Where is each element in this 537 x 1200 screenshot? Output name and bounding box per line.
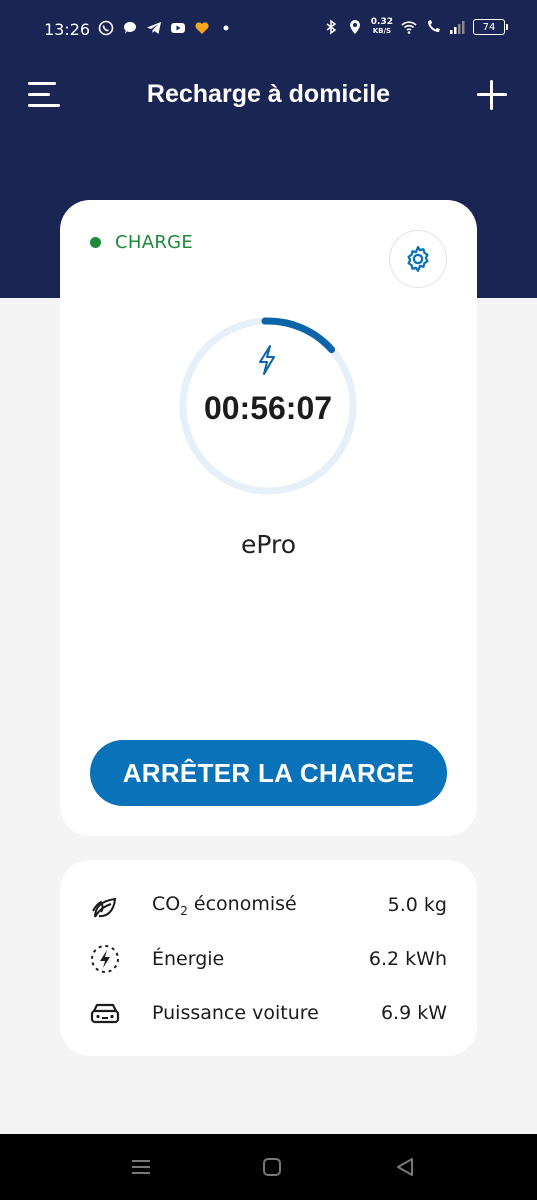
wifi-icon [401,21,417,34]
stat-label-energy: Énergie [152,948,225,970]
recents-icon[interactable] [128,1154,154,1180]
status-label: CHARGE [115,232,194,253]
notification-icons [98,20,234,36]
stats-card: CO2 économisé 5.0 kg Énergie 6.2 kWh Pui… [60,860,477,1056]
car-icon [88,996,122,1030]
stat-value-power: 6.9 kW [380,1002,447,1024]
add-button[interactable] [475,78,509,112]
co2-suffix: économisé [187,892,297,915]
dot-icon [223,25,229,31]
stat-row-energy: Énergie 6.2 kWh [88,942,447,976]
session-status: CHARGE [90,232,193,253]
home-icon[interactable] [259,1154,285,1180]
system-icons: 0.32 KB/S 74 [323,18,508,36]
lightning-icon [259,345,275,375]
charger-name: ePro [240,530,297,559]
wifi-call-icon [428,20,440,32]
stat-label-co2: CO2 économisé [152,893,388,918]
net-speed: 0.32 KB/S [371,18,393,36]
settings-button[interactable] [389,230,447,288]
back-icon[interactable] [392,1154,418,1180]
chat-icon [123,21,136,34]
stat-label-power: Puissance voiture [152,1002,319,1024]
system-nav-bar [0,1134,537,1200]
net-speed-unit: KB/S [372,27,392,35]
leaf-icon [88,888,122,922]
charge-timer-ring: 00:56:07 [178,316,358,496]
stat-row-power: Puissance voiture 6.9 kW [88,996,447,1030]
co2-subscript: 2 [180,903,188,918]
net-speed-value: 0.32 [370,17,393,27]
charging-session-card: CHARGE 00:56:07 ePro ARRÊTER LA CHARGE [60,200,477,836]
stat-value-co2: 5.0 kg [387,894,447,916]
bluetooth-icon [326,19,337,35]
energy-icon [88,942,122,976]
co2-prefix: CO [152,892,181,915]
battery-level: 74 [482,21,496,33]
status-bar: 13:26 0.32 KB/S 74 [0,0,537,60]
status-time: 13:26 [44,20,91,39]
status-dot [90,237,101,248]
whatsapp-icon [98,20,114,36]
stat-row-co2: CO2 économisé 5.0 kg [88,888,447,922]
stop-charge-button[interactable]: ARRÊTER LA CHARGE [90,740,447,806]
stat-value-energy: 6.2 kWh [368,948,447,970]
gear-icon [407,246,429,272]
battery-indicator: 74 [473,19,508,35]
telegram-icon [147,22,161,34]
youtube-icon [171,23,185,33]
app-heart-icon [195,22,209,34]
page-title: Recharge à domicile [146,80,391,108]
signal-icon [450,21,465,34]
location-icon [349,20,360,34]
charge-timer: 00:56:07 [203,390,333,426]
